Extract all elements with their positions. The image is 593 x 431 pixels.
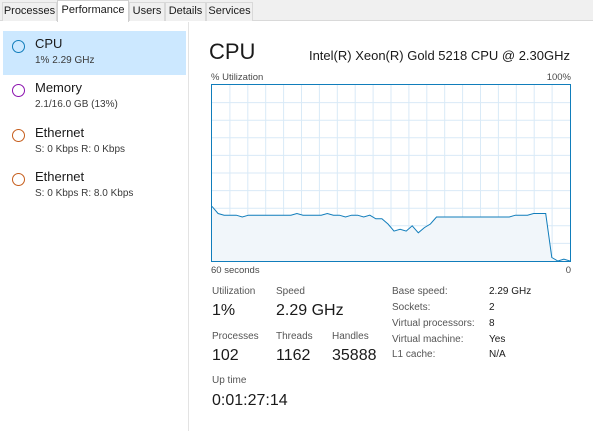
sidebar-item-subtitle: S: 0 Kbps R: 0 Kbps: [35, 144, 126, 155]
tab-performance[interactable]: Performance: [57, 0, 129, 22]
cpu-utilization-graph: [211, 84, 571, 262]
virtual-processors-value: 8: [489, 318, 495, 329]
virtual-processors-key: Virtual processors:: [392, 318, 475, 329]
l1-cache-value: N/A: [489, 349, 506, 360]
utilization-graph-svg: [212, 85, 570, 261]
sockets-key: Sockets:: [392, 302, 431, 313]
sidebar-item-cpu[interactable]: CPU 1% 2.29 GHz: [3, 31, 186, 75]
threads-label: Threads: [276, 331, 313, 342]
base-speed-value: 2.29 GHz: [489, 286, 532, 297]
sockets-value: 2: [489, 302, 495, 313]
tab-services[interactable]: Services: [206, 2, 253, 21]
sidebar-item-subtitle: 2.1/16.0 GB (13%): [35, 99, 118, 110]
cpu-ring-icon: [12, 40, 25, 53]
virtual-machine-value: Yes: [489, 334, 506, 345]
graph-x-right-label: 0: [565, 265, 571, 276]
handles-label: Handles: [332, 331, 369, 342]
graph-y-label: % Utilization: [211, 72, 264, 83]
uptime-label: Up time: [212, 375, 247, 386]
handles-value: 35888: [332, 347, 377, 364]
uptime-value: 0:01:27:14: [212, 392, 288, 409]
sidebar-item-title: Memory: [35, 80, 82, 95]
processes-value: 102: [212, 347, 239, 364]
tab-bar: Processes Performance Users Details Serv…: [0, 0, 593, 22]
cpu-detail-panel: CPU Intel(R) Xeon(R) Gold 5218 CPU @ 2.3…: [190, 22, 593, 431]
base-speed-key: Base speed:: [392, 286, 448, 297]
utilization-value: 1%: [212, 302, 236, 319]
memory-ring-icon: [12, 84, 25, 97]
tab-users[interactable]: Users: [129, 2, 165, 21]
sidebar-item-memory[interactable]: Memory 2.1/16.0 GB (13%): [3, 75, 186, 119]
sidebar-item-title: Ethernet: [35, 125, 85, 140]
virtual-machine-key: Virtual machine:: [392, 334, 464, 345]
tab-processes[interactable]: Processes: [2, 2, 57, 21]
ethernet-ring-icon: [12, 129, 25, 142]
utilization-label: Utilization: [212, 286, 256, 297]
sidebar-item-title: CPU: [35, 36, 63, 51]
processor-name: Intel(R) Xeon(R) Gold 5218 CPU @ 2.30GHz: [308, 48, 570, 63]
graph-x-left-label: 60 seconds: [211, 265, 260, 276]
speed-label: Speed: [276, 286, 305, 297]
sidebar-item-title: Ethernet: [35, 169, 85, 184]
page-title: CPU: [209, 39, 256, 64]
sidebar-item-subtitle: 1% 2.29 GHz: [35, 55, 95, 66]
threads-value: 1162: [276, 347, 311, 364]
resource-sidebar: CPU 1% 2.29 GHz Memory 2.1/16.0 GB (13%)…: [0, 22, 189, 431]
sidebar-item-ethernet-1[interactable]: Ethernet S: 0 Kbps R: 0 Kbps: [3, 120, 186, 164]
sidebar-item-subtitle: S: 0 Kbps R: 8.0 Kbps: [35, 188, 134, 199]
l1-cache-key: L1 cache:: [392, 349, 436, 360]
sidebar-item-ethernet-2[interactable]: Ethernet S: 0 Kbps R: 8.0 Kbps: [3, 164, 186, 208]
tab-details[interactable]: Details: [165, 2, 206, 21]
ethernet-ring-icon: [12, 173, 25, 186]
graph-y-max-label: 100%: [546, 72, 571, 83]
processes-label: Processes: [212, 331, 259, 342]
speed-value: 2.29 GHz: [276, 302, 344, 319]
